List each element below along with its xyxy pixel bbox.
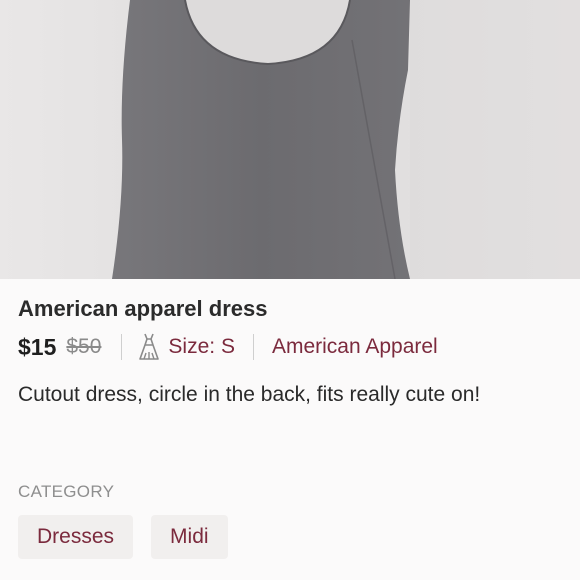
category-tags: Dresses Midi [18, 515, 246, 559]
listing-description: Cutout dress, circle in the back, fits r… [18, 383, 481, 406]
original-price: $50 [66, 335, 102, 358]
category-tag-dresses[interactable]: Dresses [18, 515, 134, 559]
divider [121, 334, 123, 360]
divider [252, 334, 254, 360]
product-photo[interactable] [0, 0, 580, 279]
listing-title: American apparel dress [18, 296, 268, 321]
category-heading: CATEGORY [18, 482, 115, 501]
price: $15 [18, 333, 57, 360]
listing-meta-row: $15 $50 Size: S American Apparel [18, 332, 438, 362]
brand-link[interactable]: American Apparel [272, 335, 438, 359]
category-tag-midi[interactable]: Midi [151, 515, 228, 559]
dress-icon [138, 333, 160, 361]
size-label: Size: S [168, 335, 235, 358]
